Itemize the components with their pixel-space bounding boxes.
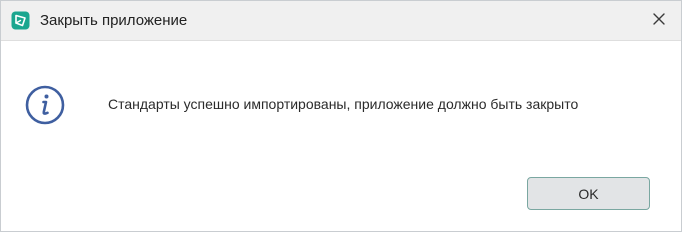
window-title: Закрыть приложение: [40, 12, 188, 29]
title-bar: Закрыть приложение: [1, 1, 681, 41]
close-app-dialog: Закрыть приложение Стандарты успешно имп…: [0, 0, 682, 232]
dialog-message: Стандарты успешно импортированы, приложе…: [108, 96, 579, 112]
close-icon: [653, 12, 665, 30]
app-logo-icon: [11, 11, 30, 30]
ok-button[interactable]: OK: [527, 177, 650, 210]
close-button[interactable]: [647, 9, 671, 33]
info-icon: [25, 85, 65, 125]
